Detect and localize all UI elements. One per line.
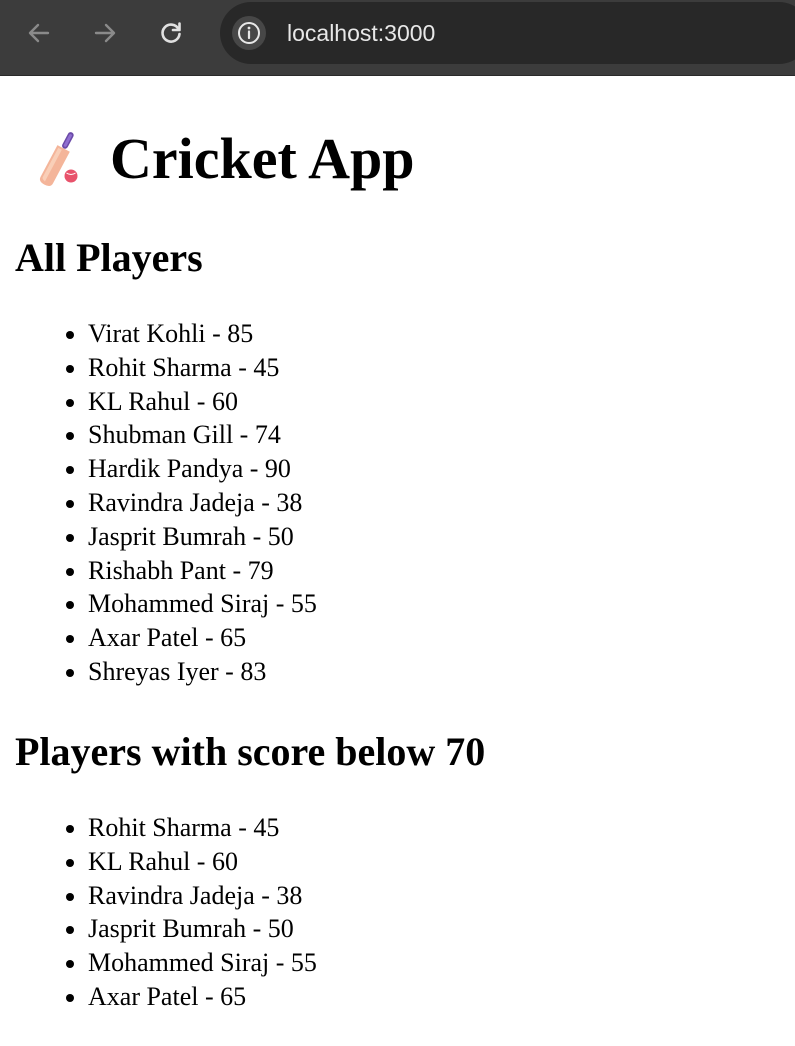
list-item: Ravindra Jadeja - 38 xyxy=(88,486,317,520)
reload-icon xyxy=(161,22,181,43)
forward-button[interactable] xyxy=(88,16,122,50)
all-players-heading: All Players xyxy=(15,235,203,280)
cricket-bat-icon xyxy=(39,132,78,186)
list-item: KL Rahul - 60 xyxy=(88,845,317,879)
list-item: Shreyas Iyer - 83 xyxy=(88,655,317,689)
list-item: Virat Kohli - 85 xyxy=(88,317,317,351)
url-text[interactable]: localhost:3000 xyxy=(287,18,435,48)
list-item: Mohammed Siraj - 55 xyxy=(88,587,317,621)
low-score-players-list: Rohit Sharma - 45 KL Rahul - 60 Ravindra… xyxy=(88,811,317,1014)
page-title: Cricket App xyxy=(30,124,415,194)
list-item: Axar Patel - 65 xyxy=(88,980,317,1014)
arrow-left-icon xyxy=(28,23,50,43)
reload-button[interactable] xyxy=(154,16,188,50)
low-score-heading: Players with score below 70 xyxy=(15,729,486,774)
list-item: Rishabh Pant - 79 xyxy=(88,554,317,588)
all-players-list: Virat Kohli - 85 Rohit Sharma - 45 KL Ra… xyxy=(88,317,317,689)
list-item: Ravindra Jadeja - 38 xyxy=(88,879,317,913)
list-item: KL Rahul - 60 xyxy=(88,385,317,419)
browser-toolbar: localhost:3000 xyxy=(0,0,795,76)
list-item: Hardik Pandya - 90 xyxy=(88,452,317,486)
list-item: Jasprit Bumrah - 50 xyxy=(88,912,317,946)
page-title-text: Cricket App xyxy=(110,126,415,191)
list-item: Rohit Sharma - 45 xyxy=(88,811,317,845)
list-item: Jasprit Bumrah - 50 xyxy=(88,520,317,554)
back-button[interactable] xyxy=(22,16,56,50)
list-item: Mohammed Siraj - 55 xyxy=(88,946,317,980)
arrow-right-icon xyxy=(94,23,116,43)
address-bar[interactable]: localhost:3000 xyxy=(220,2,795,64)
list-item: Axar Patel - 65 xyxy=(88,621,317,655)
info-icon xyxy=(238,22,260,44)
list-item: Rohit Sharma - 45 xyxy=(88,351,317,385)
site-info-button[interactable] xyxy=(232,16,266,50)
page-content: Cricket App All Players Virat Kohli - 85… xyxy=(0,77,795,1046)
list-item: Shubman Gill - 74 xyxy=(88,418,317,452)
